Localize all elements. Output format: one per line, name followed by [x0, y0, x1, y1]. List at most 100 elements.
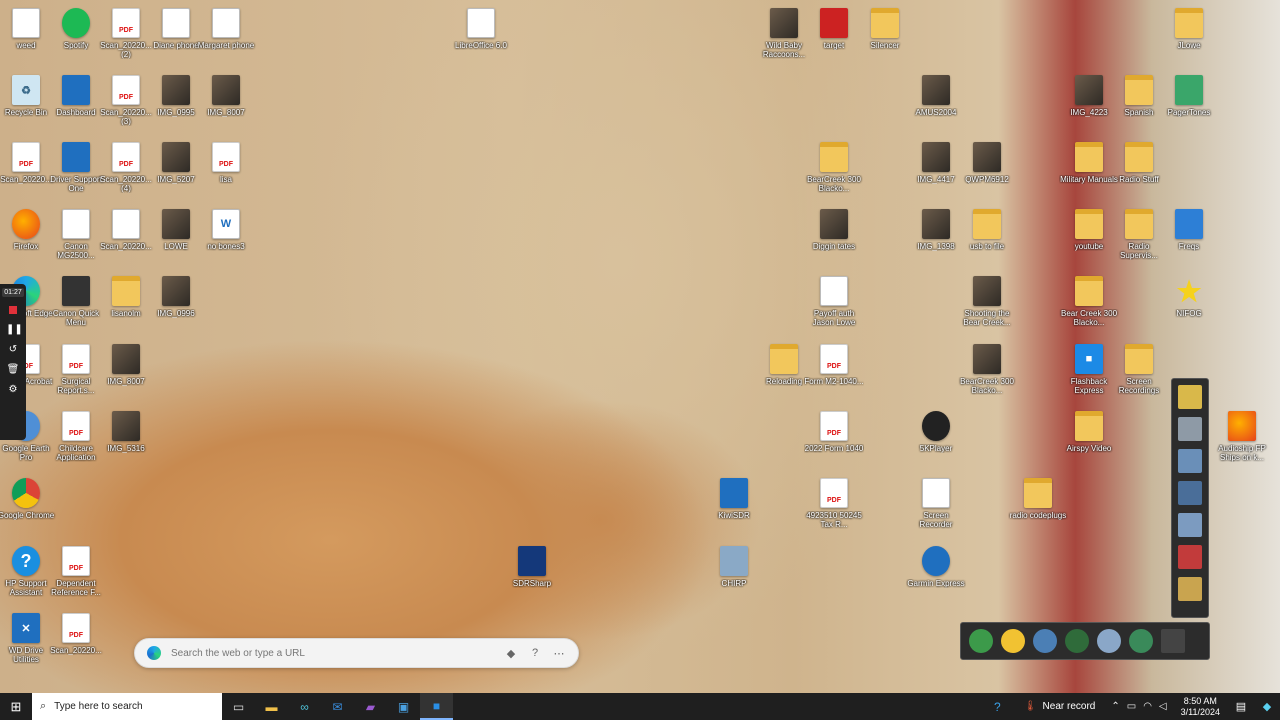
taskbar-search[interactable]: ⌕ Type here to search [32, 693, 222, 720]
app-icon[interactable]: ▰ [354, 693, 387, 720]
desktop-icon-lisanolm[interactable]: lisanolm [100, 272, 152, 336]
gallery-icon[interactable] [1178, 513, 1202, 537]
desktop-icon-airspy-video[interactable]: Airspy Video [1063, 407, 1115, 471]
app-shortcut-icon[interactable] [969, 629, 993, 653]
desktop-icon-5kplayer[interactable]: 5KPlayer [910, 407, 962, 471]
desktop-icon-form-m2-1040[interactable]: PDF Form M2-1040... [804, 340, 864, 404]
flashback-app-icon[interactable]: ■ [420, 693, 453, 720]
desktop-icon-garmin-express[interactable]: Garmin Express [907, 542, 965, 606]
more-options-icon[interactable]: ⋯ [552, 647, 566, 660]
desktop-icon-img-5316[interactable]: IMG_5316 [100, 407, 152, 471]
desktop-icon-img-8007-b[interactable]: IMG_8007 [100, 340, 152, 404]
photo-icon[interactable] [1178, 449, 1202, 473]
desktop-icon-diggin-tates[interactable]: Diggin tates [808, 205, 860, 269]
desktop-icon-img-8007[interactable]: IMG_8007 [200, 71, 252, 135]
desktop-icon-img-1398[interactable]: IMG_1398 [910, 205, 962, 269]
store-icon[interactable]: ▣ [387, 693, 420, 720]
network-icon[interactable] [1033, 629, 1057, 653]
desktop-icon-surgical-report[interactable]: PDF Surgical Report.s... [50, 340, 102, 404]
desktop-icon-radio-supervis[interactable]: Radio Supervis... [1113, 205, 1165, 269]
wifi-icon[interactable]: ◠ [1143, 701, 1152, 712]
desktop-icon-firefox[interactable]: Firefox [0, 205, 52, 269]
desktop-icon-freqs[interactable]: Freqs [1163, 205, 1215, 269]
desktop-icon-silencer[interactable]: Silencer [859, 4, 911, 68]
desktop-icon-military-manuals[interactable]: Military Manuals [1060, 138, 1118, 202]
emoji-icon[interactable] [1001, 629, 1025, 653]
desktop-icon-img-0996[interactable]: IMG_0996 [150, 272, 202, 336]
users-icon[interactable] [1065, 629, 1089, 653]
desktop-icon-screen-recordings[interactable]: Screen Recordings [1113, 340, 1165, 404]
desktop-icon-recycle-bin[interactable]: ♻ Recycle Bin [0, 71, 52, 135]
settings-icon[interactable]: ⚙ [6, 383, 20, 397]
notification-icon[interactable]: ▤ [1228, 700, 1254, 713]
desktop-icon-dashboard[interactable]: Dashboard [50, 71, 102, 135]
clock[interactable]: 8:50 AM 3/11/2024 [1173, 696, 1228, 718]
printer-icon[interactable] [1178, 417, 1202, 441]
desktop-icon-wd-drive-utilities[interactable]: ✕ WD Drive Utilities [0, 609, 52, 673]
stop-record-icon[interactable] [9, 306, 17, 314]
desktop-icon-shooting-bear-creek[interactable]: Shooting the Bear Creek... [961, 272, 1013, 336]
app-shortcut-icon[interactable] [1178, 385, 1202, 409]
desktop-icon-wild-baby-raccoons[interactable]: Wild Baby Raccoons... [758, 4, 810, 68]
desktop-icon-img-0995[interactable]: IMG_0995 [150, 71, 202, 135]
desktop-icon-bearcreek-300[interactable]: BearCreek 300 Blacko... [807, 138, 861, 202]
desktop-icon-jlowe[interactable]: JLowe [1163, 4, 1215, 68]
restart-icon[interactable]: ↺ [6, 343, 20, 357]
desktop-icon-canon-mg2500[interactable]: Canon MG2500... [50, 205, 102, 269]
desktop-icon-no-bones3[interactable]: Wno bones3 [200, 205, 252, 269]
browser-search-bar[interactable]: Search the web or type a URL ◆ ? ⋯ [134, 638, 579, 668]
desktop-icon-scan-2[interactable]: PDF Scan_20220... (2) [100, 4, 152, 68]
desktop-icon-chirp[interactable]: CHIRP [708, 542, 760, 606]
desktop-icon-usb-to-file[interactable]: usb to file [961, 205, 1013, 269]
desktop-icon-audioship[interactable]: Audioship FP Ships on k... [1216, 407, 1268, 471]
desktop-icon-lisa[interactable]: PDF lisa [200, 138, 252, 202]
desktop-icon-weed[interactable]: weed [0, 4, 52, 68]
app-shortcut-icon[interactable] [1178, 545, 1202, 569]
desktop-icon-screen-recorder[interactable]: Screen Recorder [910, 474, 962, 538]
desktop-icon-target[interactable]: target [808, 4, 860, 68]
desktop-icon-qwpm6912[interactable]: QWPM6912 [961, 138, 1013, 202]
desktop-icon-scan-doc[interactable]: Scan_20220... [100, 205, 152, 269]
help-icon[interactable]: ? [528, 647, 542, 659]
desktop-icon-bear-creek-300[interactable]: Bear Creek 300 Blacko... [1061, 272, 1117, 336]
chevron-up-icon[interactable]: ⌃ [1111, 701, 1119, 712]
file-explorer-icon[interactable]: ▬ [255, 693, 288, 720]
desktop-icon-libreoffice[interactable]: LibreOffice 6.0 [455, 4, 507, 68]
help-icon[interactable]: ? [981, 693, 1014, 720]
desktop-icon-nifog[interactable]: ★ NIFOG [1163, 272, 1215, 336]
desktop-icon-2022-form-1040[interactable]: PDF 2022 Form 1040 [805, 407, 863, 471]
desktop-icon-childcare-application[interactable]: PDF Childcare Application [50, 407, 102, 471]
desktop-icon-flashback-express[interactable]: ■ Flashback Express [1063, 340, 1115, 404]
desktop-icon-margaret-phone[interactable]: Margaret phone [198, 4, 254, 68]
desktop-icon-img-4417[interactable]: IMG_4417 [910, 138, 962, 202]
delete-icon[interactable]: 🗑 [6, 363, 20, 377]
windows-start-icon[interactable]: ⊞ [0, 693, 32, 720]
photo-icon[interactable] [1178, 481, 1202, 505]
documents-icon[interactable] [1097, 629, 1121, 653]
desktop-icon-spotify[interactable]: Spotify [50, 4, 102, 68]
desktop-icon-spanish[interactable]: Spanish [1113, 71, 1165, 135]
pause-icon[interactable]: ❚❚ [6, 323, 23, 337]
desktop-icon-sdrsharp[interactable]: SDRSharp [506, 542, 558, 606]
desktop-icon-radio-codeplugs[interactable]: radio codeplugs [1010, 474, 1066, 538]
desktop-icon-hp-support-assistant[interactable]: ? HP Support Assistant [0, 542, 52, 606]
desktop-icon-driver-support-one[interactable]: Driver Support One [50, 138, 102, 202]
weather-widget[interactable]: 🌡 Near record [1014, 701, 1106, 712]
desktop-icon-bearcreek-300-img[interactable]: BearCreek 300 Blacko... [960, 340, 1014, 404]
desktop-icon-google-chrome[interactable]: Google Chrome [0, 474, 54, 538]
desktop-icon-scan-last[interactable]: PDF Scan_20220... [50, 609, 102, 673]
desktop-icon-scan[interactable]: PDF Scan_20220... [0, 138, 52, 202]
desktop-icon-scan-3[interactable]: PDF Scan_20220... (3) [100, 71, 152, 135]
desktop-icon-amus2004[interactable]: AMUS2004 [910, 71, 962, 135]
desktop-icon-img-4223[interactable]: IMG_4223 [1063, 71, 1115, 135]
desktop-icon-reloading[interactable]: Reloading [758, 340, 810, 404]
task-view-icon[interactable]: ▭ [222, 693, 255, 720]
desktop-icon-dependent-reference[interactable]: PDF Dependent Reference F... [50, 542, 102, 606]
desktop-icon-pagertones[interactable]: PagerTones [1163, 71, 1215, 135]
volume-icon[interactable]: ◁ [1159, 701, 1167, 712]
infinity-app-icon[interactable]: ∞ [288, 693, 321, 720]
desktop-icon-scan-4[interactable]: PDF Scan_20220... (4) [100, 138, 152, 202]
mail-icon[interactable]: ✉ [321, 693, 354, 720]
desktop-icon-payoff-auth[interactable]: Payoff auth Jason Lowe [808, 272, 860, 336]
help-icon[interactable] [1129, 629, 1153, 653]
